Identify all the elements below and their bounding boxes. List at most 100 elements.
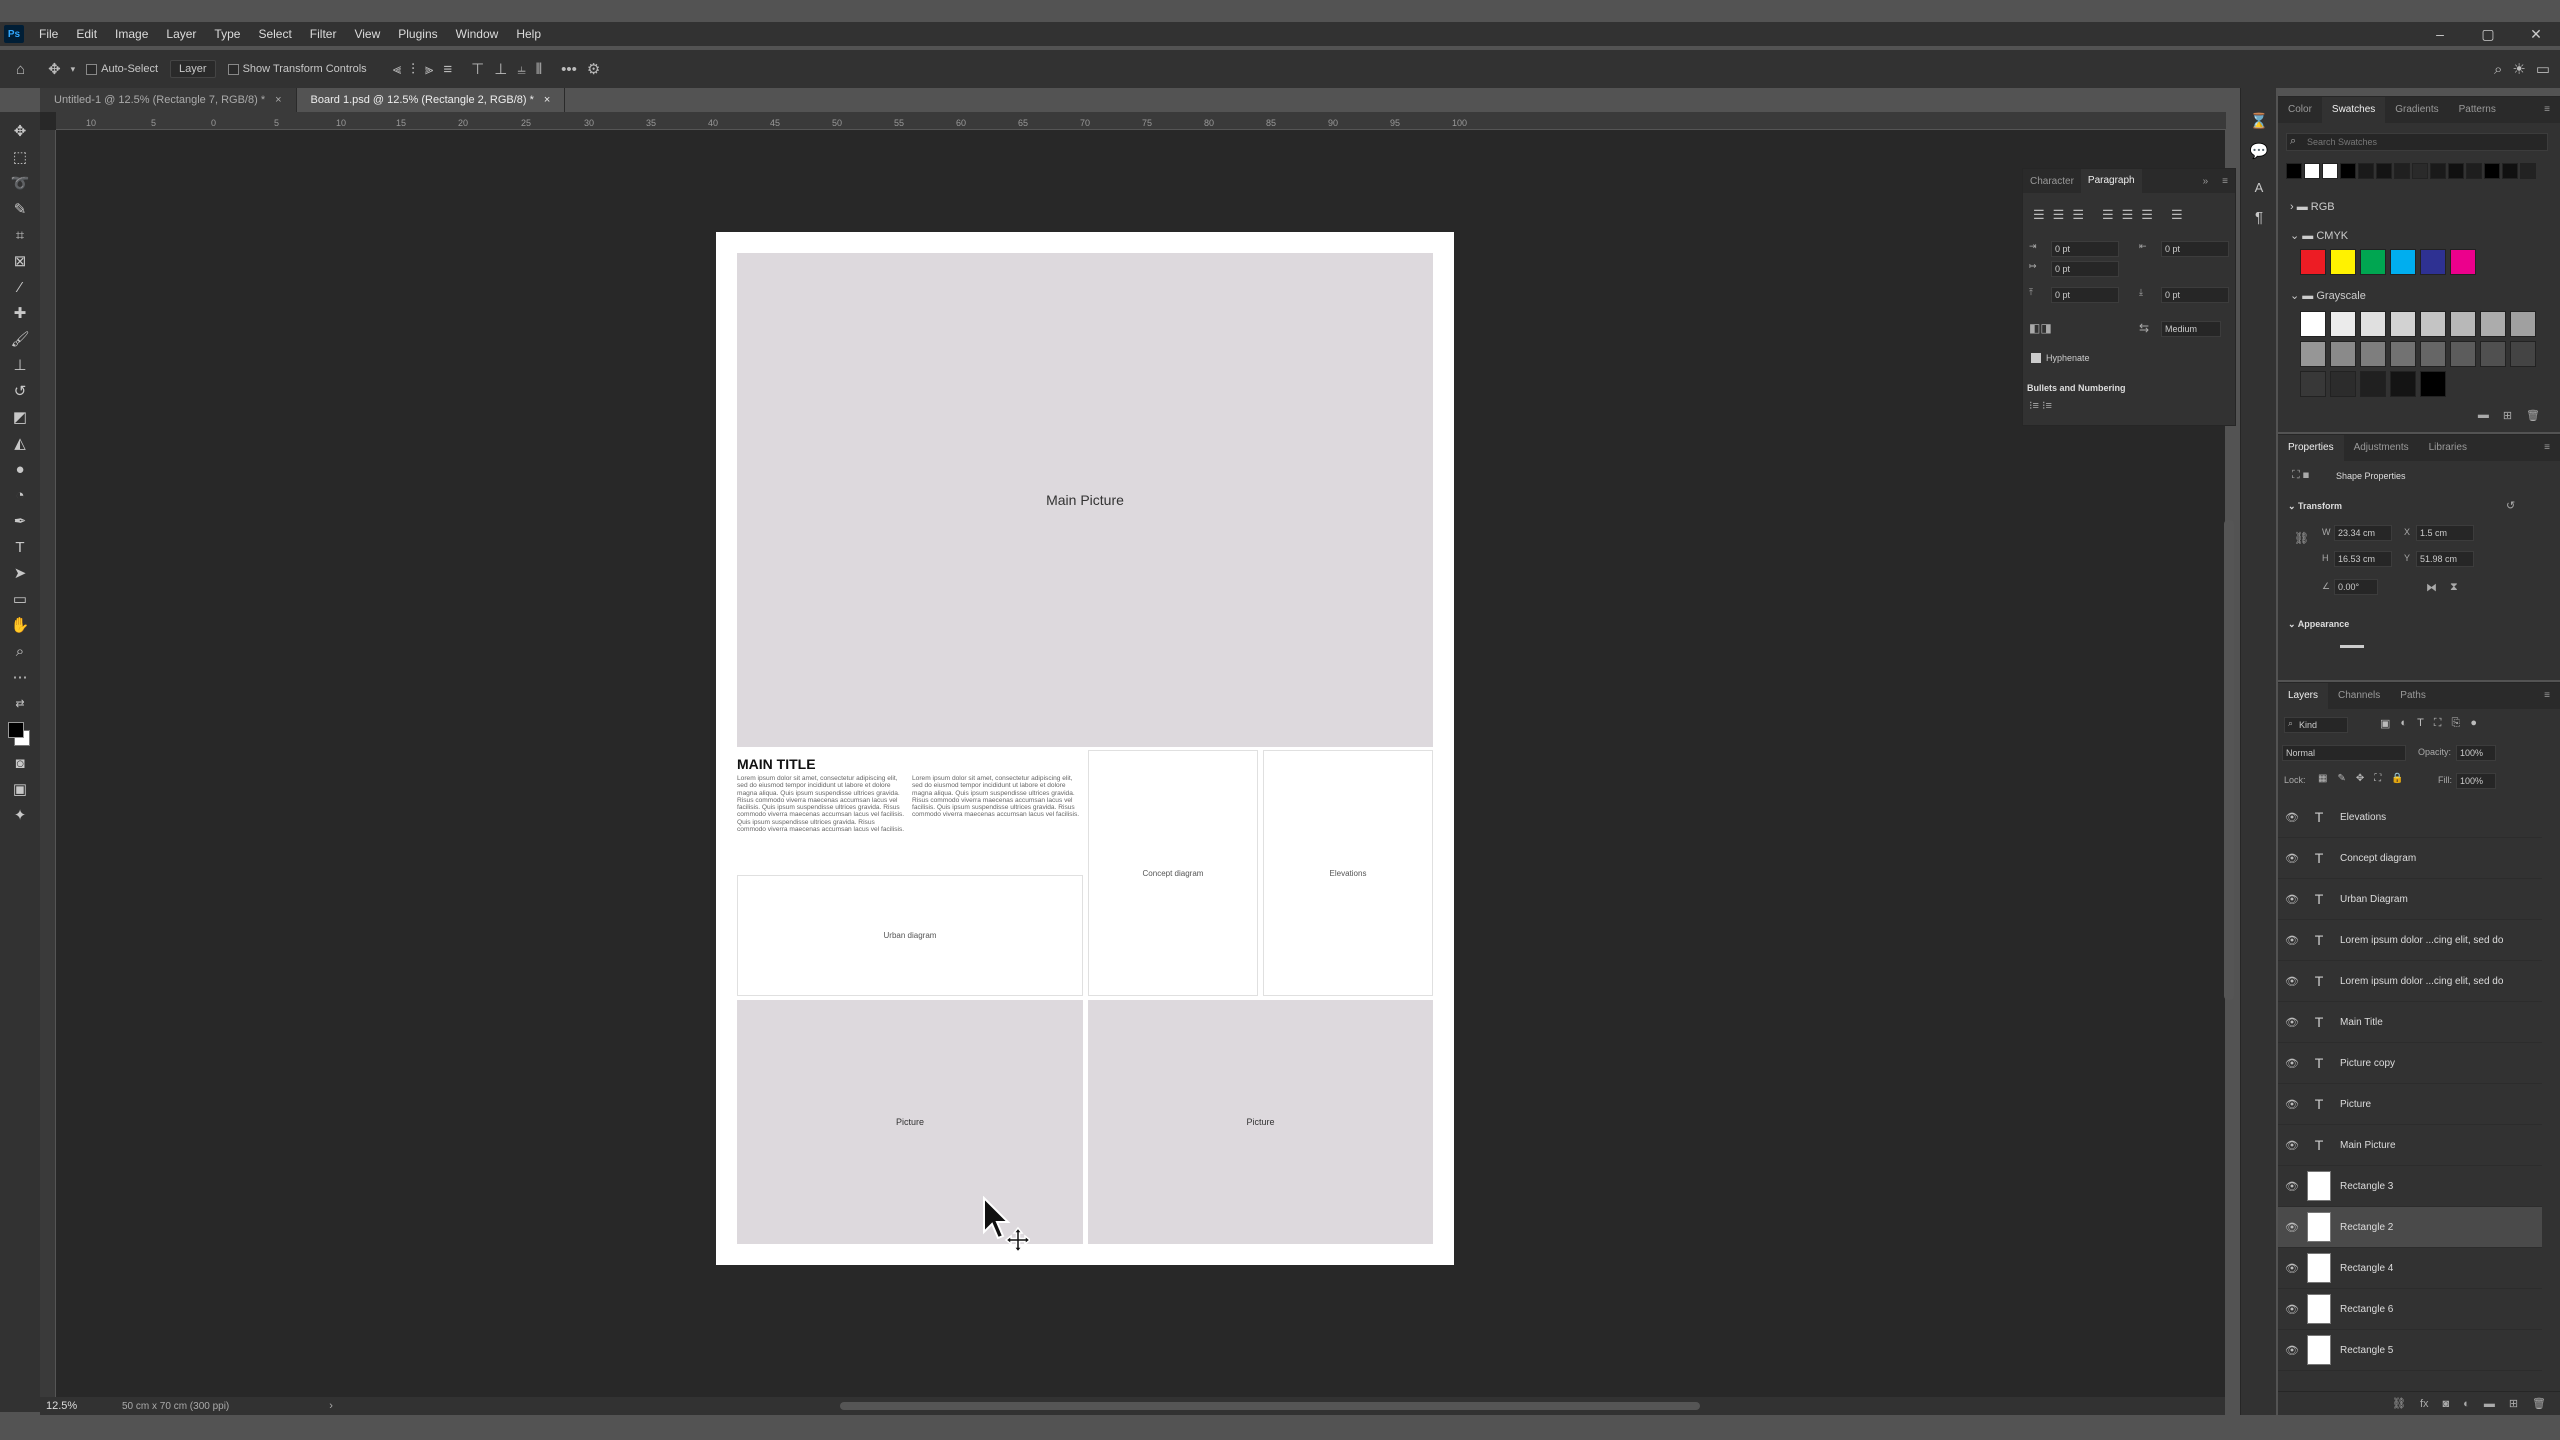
layer-name[interactable]: Concept diagram [2340,853,2416,864]
layer-row[interactable]: 👁 T Picture copy [2278,1043,2542,1084]
color-swatch[interactable] [2360,371,2386,397]
layer-name[interactable]: Rectangle 4 [2340,1263,2393,1274]
tab-channels[interactable]: Channels [2328,683,2390,709]
smart-object-filter-icon[interactable]: ⎘ [2452,717,2461,730]
layer-row[interactable]: 👁 T Main Picture [2278,1125,2542,1166]
search-swatches-input[interactable]: Search Swatches [2286,133,2548,151]
paragraph-panel-icon[interactable]: ¶ [2245,204,2273,230]
show-transform-checkbox[interactable] [227,63,239,75]
menu-help[interactable]: Help [507,27,550,41]
distribute-vertical-icon[interactable]: ⊥ [494,60,507,78]
appearance-section[interactable]: ⌄ Appearance [2288,619,2349,630]
minimize-button[interactable]: – [2416,22,2464,46]
shape-filter-icon[interactable]: ⛶ [2434,717,2442,730]
color-swatch[interactable] [2330,249,2356,275]
brush-tool-icon[interactable]: 🖌 [6,326,34,352]
lock-position-icon[interactable]: ✥ [2356,773,2364,784]
gear-icon[interactable]: ⚙ [587,60,600,78]
color-swatch[interactable] [2390,249,2416,275]
vertical-ruler[interactable] [40,130,56,1397]
y-field[interactable]: 51.98 cm [2416,551,2474,567]
chevron-right-icon[interactable]: › [329,1400,333,1412]
width-field[interactable]: 23.34 cm [2334,525,2392,541]
layer-name[interactable]: Rectangle 6 [2340,1304,2393,1315]
panel-menu-icon[interactable]: ≡ [2215,176,2235,187]
layer-row[interactable]: 👁 T Elevations [2278,797,2542,838]
hand-tool-icon[interactable]: ✋ [6,612,34,638]
tab-color[interactable]: Color [2278,97,2322,123]
layer-name[interactable]: Main Title [2340,1017,2383,1028]
pixel-filter-icon[interactable]: ▣ [2380,717,2390,730]
justify-all-icon[interactable]: ☰ [2171,207,2183,223]
horizontal-ruler[interactable]: 10 5 0 5 10 15 20 25 30 35 40 45 50 55 6… [56,112,2226,130]
color-swatch[interactable] [2300,249,2326,275]
quick-mask-icon[interactable]: ◙ [6,750,34,776]
zoom-level[interactable]: 12.5% [46,1400,106,1412]
indent-left-field[interactable]: 0 pt [2051,241,2119,257]
move-tool-icon[interactable]: ✥ [6,118,34,144]
layer-row[interactable]: 👁 T Concept diagram [2278,838,2542,879]
fill-field[interactable]: 100% [2456,773,2496,789]
space-before-field[interactable]: 0 pt [2051,287,2119,303]
color-swatch[interactable] [2420,249,2446,275]
type-filter-icon[interactable]: T [2417,717,2424,730]
visibility-eye-icon[interactable]: 👁 [2278,1098,2306,1111]
color-swatch[interactable] [2390,341,2416,367]
delete-layer-icon[interactable]: 🗑 [2532,1397,2546,1410]
color-swatch[interactable] [2412,163,2428,179]
flip-vertical-icon[interactable]: ⧗ [2450,581,2458,594]
color-swatch[interactable] [2450,341,2476,367]
frame-tool-icon[interactable]: ⊠ [6,248,34,274]
composer-dropdown[interactable]: Medium [2161,321,2221,337]
menu-type[interactable]: Type [205,27,249,41]
color-swatch[interactable] [2360,249,2386,275]
vertical-scrollbar[interactable] [2224,520,2234,1000]
auto-select-toggle[interactable]: Auto-Select [86,57,158,81]
blur-tool-icon[interactable]: ● [6,456,34,482]
align-right-edges-icon[interactable]: ⫸ [425,61,433,78]
align-horizontal-centers-icon[interactable]: ⫶ [411,61,415,78]
justify-last-right-icon[interactable]: ☰ [2141,207,2153,223]
layer-row[interactable]: 👁 T Picture [2278,1084,2542,1125]
menu-file[interactable]: File [30,27,67,41]
lock-transparency-icon[interactable]: ▦ [2318,773,2327,784]
color-swatch[interactable] [2360,341,2386,367]
layer-name[interactable]: Elevations [2340,812,2386,823]
tab-adjustments[interactable]: Adjustments [2344,435,2419,461]
visibility-eye-icon[interactable]: 👁 [2278,1344,2306,1357]
layer-name[interactable]: Rectangle 3 [2340,1181,2393,1192]
height-field[interactable]: 16.53 cm [2334,551,2392,567]
urban-diagram-box[interactable]: Urban diagram [737,875,1083,996]
concept-diagram-box[interactable]: Concept diagram [1088,750,1258,996]
healing-brush-tool-icon[interactable]: ✚ [6,300,34,326]
swatch-group-grayscale[interactable]: ⌄ ▬ Grayscale [2290,289,2366,302]
dodge-tool-icon[interactable]: ◔ [6,482,34,508]
color-swatch[interactable] [2480,311,2506,337]
history-brush-tool-icon[interactable]: ↺ [6,378,34,404]
new-layer-icon[interactable]: ⊞ [2509,1397,2518,1410]
layer-name[interactable]: Rectangle 2 [2340,1222,2393,1233]
distribute-bottom-icon[interactable]: ⫨ [517,61,525,78]
layer-style-icon[interactable]: fx [2420,1398,2429,1410]
menu-filter[interactable]: Filter [301,27,346,41]
generative-icon[interactable]: ✦ [6,802,34,828]
visibility-eye-icon[interactable]: 👁 [2278,852,2306,865]
color-swatch[interactable] [2360,311,2386,337]
color-swatches-icon[interactable] [6,716,34,750]
home-icon[interactable]: ⌂ [16,61,25,78]
tab-paragraph[interactable]: Paragraph [2080,169,2142,193]
stroke-preview[interactable] [2340,645,2364,648]
color-swatch[interactable] [2520,163,2536,179]
justify-last-center-icon[interactable]: ☰ [2122,207,2134,223]
color-swatch[interactable] [2394,163,2410,179]
rectangle-tool-icon[interactable]: ▭ [6,586,34,612]
auto-select-checkbox[interactable] [86,63,98,75]
color-swatch[interactable] [2450,249,2476,275]
color-swatch[interactable] [2510,311,2536,337]
layer-row[interactable]: 👁 T Lorem ipsum dolor ...cing elit, sed do [2278,961,2542,1002]
space-after-field[interactable]: 0 pt [2161,287,2229,303]
color-swatch[interactable] [2450,311,2476,337]
x-field[interactable]: 1.5 cm [2416,525,2474,541]
align-right-icon[interactable]: ☰ [2072,207,2084,223]
magic-wand-tool-icon[interactable]: ✎ [6,196,34,222]
